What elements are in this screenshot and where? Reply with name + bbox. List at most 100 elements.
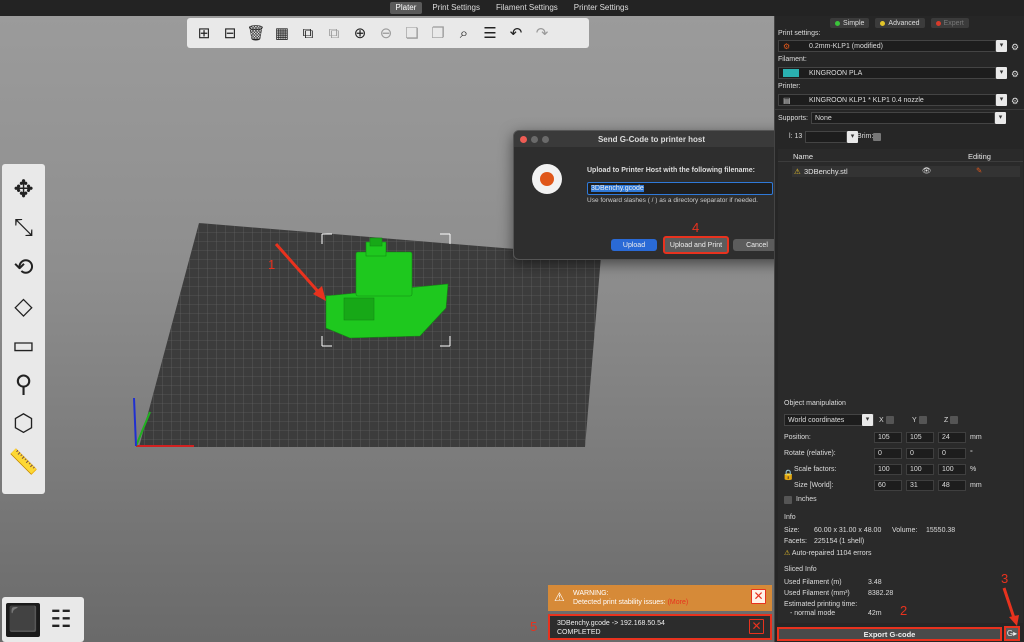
brim-checkbox[interactable] [873,133,881,141]
3d-viewport[interactable]: 1 ⊞ ⊟ 🗑 ▦ ⧉ ⧉ ⊕ ⊖ ❏ ❐ ⌕ ☰ ↶ ↷ ✥ ⤡ ⟲ ◇ ▭ … [0,16,774,642]
upload-completed-notification: 3DBenchy.gcode -> 192.168.50.54 COMPLETE… [548,614,772,640]
chevron-down-icon[interactable]: ▾ [996,94,1007,106]
place-on-face-icon[interactable]: ◇ [7,289,41,323]
y-axis-label: Y [912,416,927,424]
settings-gear-icon[interactable]: ⚙ [1010,96,1020,106]
unit-mm: mm [970,434,982,441]
size-x[interactable]: 60 [874,480,902,491]
preview-layers-icon[interactable]: ☷ [44,603,78,637]
dialog-message: Upload to Printer Host with the followin… [587,167,755,174]
add-icon[interactable]: ⊞ [193,22,215,44]
infill-combo[interactable]: ▾ [805,131,858,143]
print-settings-combo[interactable]: ⚙ 0.2mm-KLP1 (modified) ▾ [778,40,1007,52]
eye-icon[interactable]: 👁 [922,166,932,175]
delete-all-icon[interactable]: 🗑 [245,22,267,44]
position-x[interactable]: 105 [874,432,902,443]
mode-switch: Simple Advanced Expert [830,18,969,28]
cut-icon[interactable]: ▭ [7,328,41,362]
warning-notification: ⚠ WARNING: Detected print stability issu… [548,585,772,611]
arrange-icon[interactable]: ▦ [271,22,293,44]
tab-print-settings[interactable]: Print Settings [426,2,486,14]
upload-and-print-button[interactable]: Upload and Print [663,236,729,254]
split-parts-icon[interactable]: ❐ [427,22,449,44]
warning-text: Detected print stability issues: [573,599,666,606]
position-label: Position: [784,434,811,441]
undo-icon[interactable]: ↶ [505,22,527,44]
facets-value: 225154 (1 shell) [814,538,865,545]
dialog-hint: Use forward slashes ( / ) as a directory… [587,197,758,204]
layers-icon[interactable]: ☰ [479,22,501,44]
mode-advanced[interactable]: Advanced [875,18,925,28]
seam-painting-icon[interactable]: ⬡ [7,406,41,440]
3d-view-icon[interactable]: ⬛ [6,602,40,637]
warning-icon: ⚠ [784,550,791,557]
rotate-x[interactable]: 0 [874,448,902,459]
upload-button[interactable]: Upload [611,239,657,251]
filament-color-swatch [783,69,799,77]
mode-expert[interactable]: Expert [930,18,969,28]
printer-combo[interactable]: ▤ KINGROON KLP1 * KLP1 0.4 nozzle ▾ [778,94,1007,106]
scale-y[interactable]: 100 [906,464,934,475]
scale-icon[interactable]: ⤡ [7,211,41,245]
used-filament-mm3: 8382.28 [868,590,894,597]
export-gcode-button[interactable]: Export G-code [777,627,1002,641]
tab-plater[interactable]: Plater [389,2,423,14]
scale-x[interactable]: 100 [874,464,902,475]
tab-filament-settings[interactable]: Filament Settings [490,2,564,14]
scale-z[interactable]: 100 [938,464,966,475]
filename-input[interactable]: 3DBenchy.gcode [587,182,773,195]
lock-icon[interactable]: 🔒 [782,470,794,481]
filament-combo[interactable]: KINGROON PLA ▾ [778,67,1007,79]
paint-supports-icon[interactable]: ⚲ [7,367,41,401]
delete-icon[interactable]: ⊟ [219,22,241,44]
used-filament-m: 3.48 [868,579,882,586]
dialog-titlebar: Send G-Code to printer host [514,131,789,147]
size-y[interactable]: 31 [906,480,934,491]
move-icon[interactable]: ✥ [7,172,41,206]
tab-printer-settings[interactable]: Printer Settings [568,2,635,14]
paste-icon[interactable]: ⧉ [323,22,345,44]
position-z[interactable]: 24 [938,432,966,443]
split-objects-icon[interactable]: ❏ [401,22,423,44]
chevron-down-icon[interactable]: ▾ [996,67,1007,79]
list-item[interactable]: ⚠ 3DBenchy.stl 👁 ✎ [792,166,1020,177]
warning-icon: ⚠ [554,590,565,604]
z-axis [133,397,137,447]
rotate-icon[interactable]: ⟲ [7,250,41,284]
settings-gear-icon[interactable]: ⚙ [1010,69,1020,79]
warning-more-link[interactable]: (More) [668,599,689,606]
object-name: 3DBenchy.stl [804,167,848,176]
printer-icon: ▤ [783,96,791,105]
position-y[interactable]: 105 [906,432,934,443]
rotate-z[interactable]: 0 [938,448,966,459]
z-axis-label: Z [944,416,959,424]
copy-icon[interactable]: ⧉ [297,22,319,44]
print-settings-label: Print settings: [778,30,821,37]
close-icon[interactable]: ✕ [751,589,766,604]
mode-simple[interactable]: Simple [830,18,870,28]
settings-gear-icon[interactable]: ⚙ [1010,42,1020,52]
chevron-down-icon[interactable]: ▾ [996,40,1007,52]
search-icon[interactable]: ⌕ [453,22,475,44]
edit-icon[interactable]: ✎ [976,166,982,175]
coordinates-combo[interactable]: World coordinates ▾ [784,414,874,426]
chevron-down-icon[interactable]: ▾ [862,414,873,426]
section-title: Object manipulation [784,400,846,407]
size-z[interactable]: 48 [938,480,966,491]
supports-combo[interactable]: None ▾ [811,112,1006,124]
redo-icon[interactable]: ↷ [531,22,553,44]
printer-label: Printer: [778,83,801,90]
unit-percent: % [970,466,977,473]
close-icon[interactable]: ✕ [749,619,764,634]
send-to-printer-icon[interactable]: G▸ [1004,626,1020,641]
add-instance-icon[interactable]: ⊕ [349,22,371,44]
inches-checkbox[interactable] [784,496,792,504]
rotate-y[interactable]: 0 [906,448,934,459]
scene-canvas[interactable] [0,16,774,642]
scale-label: Scale factors: [794,466,837,473]
chevron-down-icon[interactable]: ▾ [995,112,1006,124]
annotation-arrow-3 [1002,587,1019,626]
remove-instance-icon[interactable]: ⊖ [375,22,397,44]
measure-icon[interactable]: 📏 [7,445,41,479]
section-title: Info [784,514,796,521]
